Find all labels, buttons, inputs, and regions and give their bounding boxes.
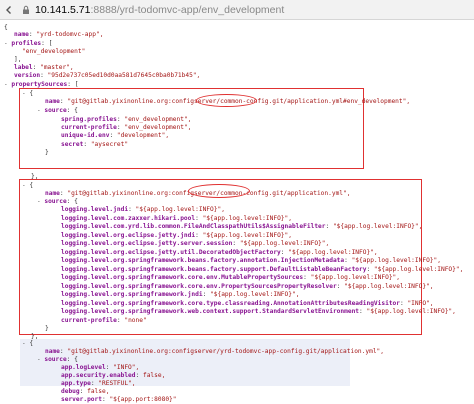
url-host: 10.141.5.71 [35,3,91,16]
source-1-name-key: name [45,190,60,197]
source-2-prop: app.security.enabled: false, [61,372,166,379]
source-2-prop: app.type: "RESTFUL", [61,380,136,387]
version-line: version: "95d2e737c05ed10d0aa581d7645c0b… [14,72,201,79]
source-2-source-line: - source: { [37,356,78,363]
source-1-toggle[interactable]: - [22,182,26,189]
lock-icon [23,5,29,14]
source-1-prop: logging.level.org.springframework.beans.… [61,266,464,273]
source-2-name-line: name: "git@gitlab.yixinonline.org:config… [45,348,385,355]
label-line: label: "master", [14,64,74,71]
source-1-prop: logging.level.jndi: "${app.log.level:INF… [61,206,225,213]
source-0-prop: unique-id.env: "development", [61,132,170,139]
source-0-common-config-ellipse [196,94,257,107]
source-1-prop: current-profile: "none" [61,317,147,324]
profiles-line: - profiles: [ [4,40,53,47]
profiles-item: "env_development" [22,48,86,55]
source-0-prop: current-profile: "env_development", [61,124,192,131]
source-0-name-key: name [45,98,60,105]
source-0-source-close: } [45,149,49,156]
source-1-common-config-ellipse [188,184,250,198]
name-line: name: "yrd-todomvc-app", [14,31,104,38]
source-0-source-line: - source: { [37,107,78,114]
name-value: "yrd-todomvc-app", [36,31,104,38]
source-1-prop: logging.level.org.springframework.core.e… [61,283,434,290]
name-key: name [14,31,29,38]
source-1-source-close: } [45,325,49,332]
profiles-toggle[interactable]: - [4,40,8,47]
source-1-prop: logging.level.org.springframework.core.t… [61,300,434,307]
back-icon[interactable] [2,3,15,16]
address-bar: 10.141.5.71:8888/yrd-todomvc-app/env_dev… [0,0,474,20]
version-key: version [14,72,41,79]
json-viewer: { name: "yrd-todomvc-app", - profiles: [… [0,21,474,403]
source-1-prop: logging.level.org.eclipse.jetty.util.Dec… [61,249,378,256]
source-2-name-value: "git@gitlab.yixinonline.org:configserver… [67,348,385,355]
source-2-open: - { [22,340,34,347]
source-2-prop: app.logLevel: "INFO", [61,364,140,371]
source-2-name-key: name [45,348,60,355]
property-sources-key: propertySources [11,81,68,88]
source-1-open: - { [22,182,34,189]
source-1-prop: logging.level.com.yrd.lib.common.FileAnd… [61,223,423,230]
source-0-prop: spring.profiles: "env_development", [61,116,192,123]
source-1-prop: logging.level.org.springframework.jndi: … [61,291,300,298]
version-value: "95d2e737c05ed10d0aa581d7645c0ba0b71b45"… [47,72,201,79]
url-path: :8888/yrd-todomvc-app/env_development [90,3,285,16]
profiles-open-bracket: [ [48,40,53,47]
profiles-key: profiles [11,40,42,47]
url-field[interactable]: 10.141.5.71:8888/yrd-todomvc-app/env_dev… [21,4,284,16]
source-1-source-line: - source: { [37,198,78,205]
profiles-close-bracket: ], [14,56,22,63]
source-0-prop: secret: "aysecret" [61,141,129,148]
source-2-toggle[interactable]: - [22,340,26,347]
source-0-open: - { [22,90,34,97]
source-2-prop: debug: false, [61,388,110,395]
source-1-prop: logging.level.com.zaxxer.hikari.pool: "$… [61,215,292,222]
source-1-prop: logging.level.org.eclipse.jetty.server.s… [61,240,330,247]
property-sources-toggle[interactable]: - [4,81,8,88]
label-value: "master", [40,64,74,71]
property-sources-open-bracket: [ [74,81,79,88]
source-1-prop: logging.level.org.eclipse.jetty.jndi: "$… [61,232,292,239]
source-2-prop: server.port: "${app.port:8080}" [61,396,177,403]
source-1-prop: logging.level.org.springframework.web.co… [61,308,456,315]
source-0-toggle[interactable]: - [22,90,26,97]
source-1-prop: logging.level.org.springframework.core.e… [61,274,400,281]
source-1-prop: logging.level.org.springframework.beans.… [61,257,441,264]
label-key: label [14,64,33,71]
root-open-brace: { [4,24,8,31]
